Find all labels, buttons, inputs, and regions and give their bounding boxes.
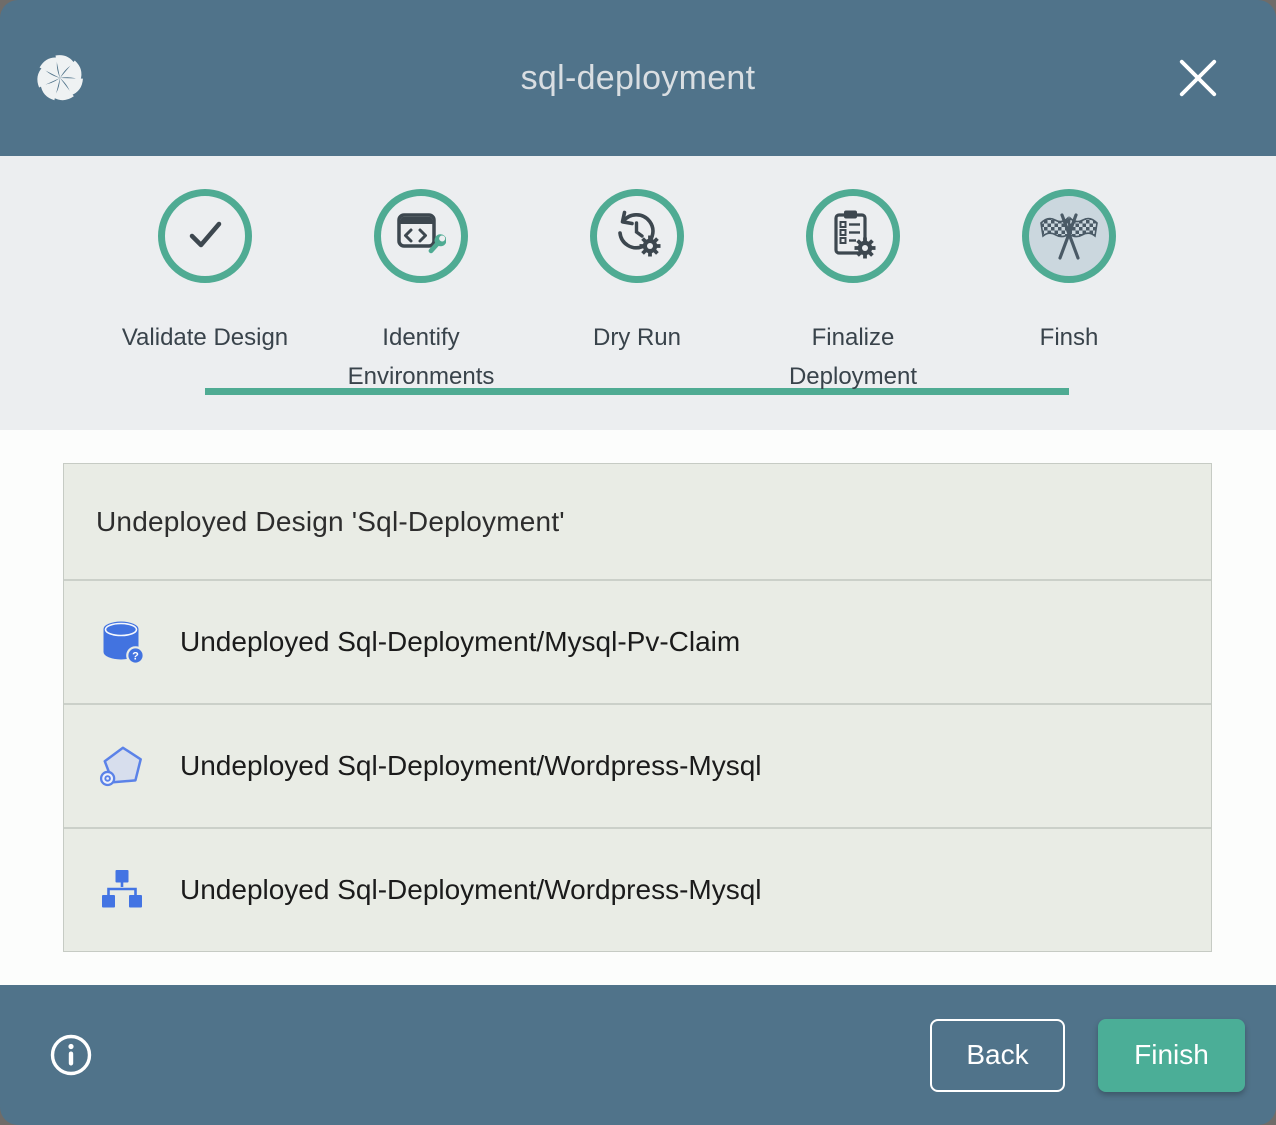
step-circle xyxy=(1022,189,1116,283)
step-label: Validate Design xyxy=(122,319,288,358)
code-tools-icon xyxy=(396,211,446,262)
sql-deployment-dialog: sql-deployment Validate Design xyxy=(0,0,1276,1125)
step-label: Identify Environments xyxy=(324,319,519,397)
status-row-text: Undeployed Sql-Deployment/Wordpress-Mysq… xyxy=(180,750,762,782)
close-icon[interactable] xyxy=(1176,56,1220,100)
database-question-icon: ? xyxy=(99,619,145,665)
step-circle xyxy=(374,189,468,283)
status-row-text: Undeployed Sql-Deployment/Wordpress-Mysq… xyxy=(180,874,762,906)
step-circle xyxy=(590,189,684,283)
step-label: Dry Run xyxy=(593,319,681,358)
back-button[interactable]: Back xyxy=(930,1019,1065,1092)
step-finalize-deployment[interactable]: Finalize Deployment xyxy=(745,156,961,397)
dialog-footer: Back Finish xyxy=(0,985,1276,1125)
dialog-header: sql-deployment xyxy=(0,0,1276,156)
sync-gear-icon xyxy=(611,209,663,264)
nirmata-pinwheel-logo-icon xyxy=(32,50,88,106)
hierarchy-icon xyxy=(99,867,145,913)
status-panel: Undeployed Design 'Sql-Deployment' ? Und… xyxy=(63,463,1212,952)
svg-text:?: ? xyxy=(132,651,139,663)
status-row-text: Undeployed Sql-Deployment/Mysql-Pv-Claim xyxy=(180,626,740,658)
status-panel-title: Undeployed Design 'Sql-Deployment' xyxy=(64,464,1211,579)
finish-button[interactable]: Finish xyxy=(1098,1019,1245,1092)
info-icon[interactable] xyxy=(49,1033,93,1077)
step-circle xyxy=(806,189,900,283)
step-identify-environments[interactable]: Identify Environments xyxy=(313,156,529,397)
step-circle xyxy=(158,189,252,283)
step-finish[interactable]: Finsh xyxy=(961,156,1177,397)
status-row-wordpress-mysql-service: Undeployed Sql-Deployment/Wordpress-Mysq… xyxy=(64,705,1211,827)
step-dry-run[interactable]: Dry Run xyxy=(529,156,745,397)
status-row-wordpress-mysql-app: Undeployed Sql-Deployment/Wordpress-Mysq… xyxy=(64,829,1211,951)
status-row-mysql-pv-claim: ? Undeployed Sql-Deployment/Mysql-Pv-Cla… xyxy=(64,581,1211,703)
deployment-status-area: Undeployed Design 'Sql-Deployment' ? Und… xyxy=(0,430,1276,985)
step-label: Finsh xyxy=(1040,319,1099,358)
checkered-flags-icon xyxy=(1037,206,1101,267)
check-icon xyxy=(181,210,229,263)
step-label: Finalize Deployment xyxy=(756,319,951,397)
step-validate-design[interactable]: Validate Design xyxy=(97,156,313,397)
clipboard-gear-icon xyxy=(829,208,877,265)
pentagon-badge-icon xyxy=(99,743,145,789)
dialog-title: sql-deployment xyxy=(521,59,756,98)
wizard-stepper: Validate Design xyxy=(0,156,1276,430)
